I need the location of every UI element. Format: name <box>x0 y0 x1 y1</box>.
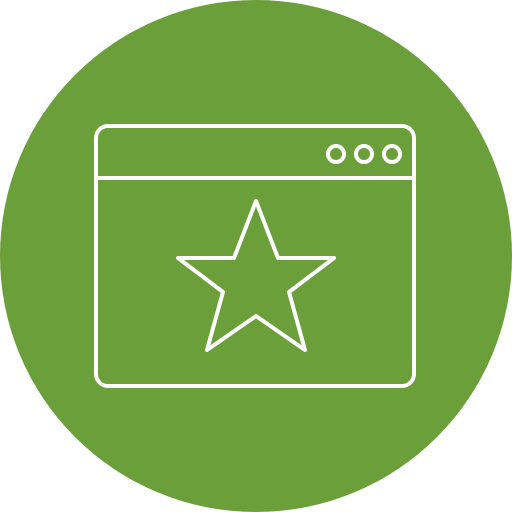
favorite-webpage-icon <box>0 0 512 512</box>
green-circle-background <box>0 0 512 512</box>
favorite-webpage-icon-svg <box>0 0 512 512</box>
